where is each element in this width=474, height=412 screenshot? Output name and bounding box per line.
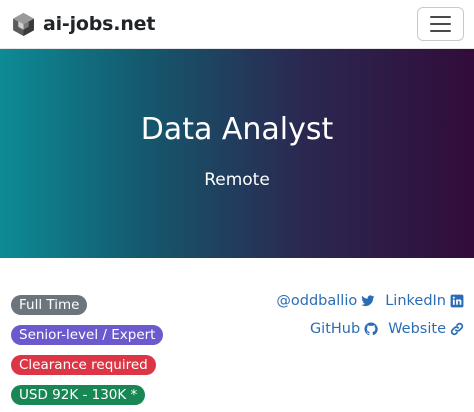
job-title: Data Analyst — [140, 112, 334, 147]
cube-logo-icon — [13, 12, 34, 36]
top-navbar: ai-jobs.net — [0, 0, 474, 49]
twitter-link[interactable]: @oddballio — [276, 293, 375, 309]
twitter-link-label: @oddballio — [276, 293, 358, 309]
menu-toggle-button[interactable] — [417, 7, 464, 41]
brand-link[interactable]: ai-jobs.net — [11, 11, 155, 37]
links-row-web: GitHub Website — [164, 320, 464, 338]
website-link[interactable]: Website — [388, 321, 464, 337]
hamburger-menu-icon — [430, 16, 451, 18]
job-hero-banner: Data Analyst Remote — [0, 49, 474, 258]
brand-name: ai-jobs.net — [43, 13, 156, 35]
github-icon — [364, 322, 378, 336]
linkedin-link[interactable]: LinkedIn — [385, 293, 464, 309]
github-link[interactable]: GitHub — [310, 321, 378, 337]
salary-badge: USD 92K - 130K * — [11, 385, 146, 405]
experience-level-badge: Senior-level / Expert — [11, 325, 164, 345]
hamburger-menu-icon — [430, 23, 451, 25]
github-link-label: GitHub — [309, 321, 361, 337]
twitter-icon — [361, 295, 375, 307]
job-badges: Full Time Senior-level / Expert Clearanc… — [11, 295, 164, 405]
linkedin-icon — [450, 294, 464, 308]
website-link-label: Website — [388, 321, 446, 337]
hamburger-menu-icon — [430, 30, 451, 32]
job-location: Remote — [204, 170, 270, 190]
link-icon — [450, 322, 464, 336]
company-links: @oddballio LinkedIn GitHub Website — [164, 292, 464, 348]
linkedin-link-label: LinkedIn — [385, 293, 446, 309]
links-row-social: @oddballio LinkedIn — [164, 292, 464, 310]
employment-type-badge: Full Time — [11, 295, 88, 315]
clearance-badge: Clearance required — [11, 355, 156, 375]
